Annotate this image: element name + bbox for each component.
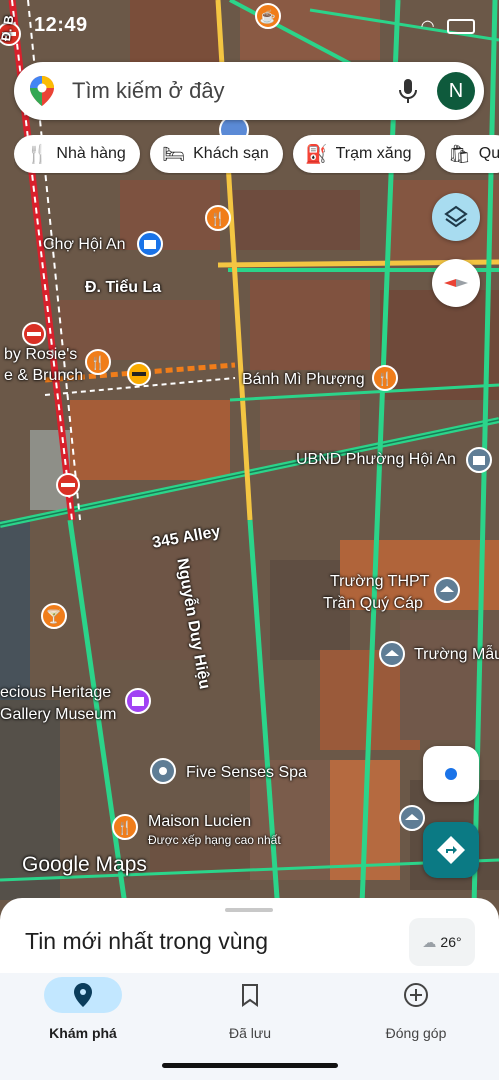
battery-icon (447, 19, 475, 35)
poi-label-heritage[interactable]: ecious Heritage (0, 684, 111, 702)
bottom-sheet[interactable]: Tin mới nhất trong vùng ☁ 26° (0, 898, 499, 973)
clock: 12:49 (34, 14, 88, 36)
nav-explore-label: Khám phá (49, 1025, 117, 1041)
search-placeholder[interactable]: Tìm kiếm ở đây (72, 78, 225, 104)
layers-button[interactable] (432, 193, 480, 241)
no-entry-icon[interactable] (22, 322, 46, 346)
add-circle-icon (404, 983, 428, 1007)
poi-label-truong-thpt[interactable]: Trường THPT (330, 573, 429, 591)
shopping-pin-icon[interactable] (137, 231, 163, 257)
avatar[interactable]: N (437, 72, 475, 110)
restaurant-pin-icon[interactable]: 🍴 (205, 205, 231, 231)
poi-label-maison-lucien[interactable]: Maison Lucien (148, 813, 251, 831)
school-pin-icon[interactable] (379, 641, 405, 667)
directions-button[interactable] (423, 822, 479, 878)
government-pin-icon[interactable] (466, 447, 492, 473)
location-pin-icon (74, 983, 92, 1007)
chip-shopping[interactable]: 🛍 Qu (435, 135, 499, 173)
chip-restaurants[interactable]: 🍴 Nhà hàng (14, 135, 140, 173)
poi-label-gallery-museum[interactable]: Gallery Museum (0, 706, 116, 724)
restaurant-pin-icon[interactable]: 🍴 (112, 814, 138, 840)
maps-pin-icon (30, 76, 54, 106)
google-maps-watermark: Google Maps (22, 853, 147, 876)
my-location-button[interactable] (423, 746, 479, 802)
nav-contribute-label: Đóng góp (385, 1025, 447, 1041)
poi-label-maison-subtitle: Được xếp hạng cao nhất (148, 833, 281, 847)
svg-text:🍴: 🍴 (210, 211, 226, 227)
cloud-icon: ☁ (422, 933, 437, 950)
my-location-icon (445, 768, 457, 780)
temperature: 26° (440, 934, 462, 950)
nav-saved[interactable]: Đã lưu (180, 977, 320, 1041)
chip-hotels[interactable]: 🛏 Khách sạn (150, 135, 283, 173)
home-indicator[interactable] (162, 1063, 338, 1068)
category-chips: 🍴 Nhà hàng 🛏 Khách sạn ⛽ Trạm xăng 🛍 Qu (14, 135, 499, 175)
layers-icon (444, 205, 468, 228)
svg-text:🍴: 🍴 (90, 355, 106, 371)
search-bar[interactable]: Tìm kiếm ở đây N (14, 62, 484, 120)
poi-label-rosies[interactable]: by Rosie's (4, 346, 77, 364)
restaurant-pin-icon[interactable]: 🍴 (372, 365, 398, 391)
nav-contribute[interactable]: Đóng góp (346, 977, 486, 1041)
weather-badge[interactable]: ☁ 26° (409, 918, 475, 966)
restaurant-pin-icon[interactable]: 🍴 (85, 349, 111, 375)
road-warning-icon[interactable] (127, 362, 151, 386)
svg-text:🍴: 🍴 (117, 820, 133, 836)
compass-button[interactable] (432, 259, 480, 307)
museum-pin-icon[interactable] (125, 688, 151, 714)
gas-station-icon: ⛽ (305, 143, 328, 164)
poi-label-cho-hoi-an[interactable]: Chợ Hội An (43, 236, 126, 254)
no-entry-icon[interactable] (56, 473, 80, 497)
poi-label-tran-quy-cap[interactable]: Trần Quý Cáp (323, 595, 423, 613)
svg-text:🍴: 🍴 (377, 371, 393, 387)
system-icons: ◠ (421, 16, 475, 36)
poi-label-five-senses-spa[interactable]: Five Senses Spa (186, 764, 307, 782)
nav-saved-label: Đã lưu (228, 1025, 272, 1041)
poi-label-banh-mi-phuong[interactable]: Bánh Mì Phượng (242, 371, 365, 389)
bookmark-icon (242, 984, 258, 1007)
spa-pin-icon[interactable] (150, 758, 176, 784)
hotel-icon: 🛏 (162, 143, 186, 164)
microphone-icon[interactable] (398, 78, 418, 104)
shopping-icon: 🛍 (447, 143, 471, 164)
nav-explore[interactable]: Khám phá (13, 977, 153, 1041)
status-bar: 12:49 ◠ (0, 12, 499, 42)
sheet-title: Tin mới nhất trong vùng (25, 928, 269, 954)
school-pin-icon[interactable] (399, 805, 425, 831)
compass-icon (444, 279, 468, 287)
chip-gas-stations[interactable]: ⛽ Trạm xăng (293, 135, 426, 173)
wifi-icon: ◠ (420, 18, 435, 35)
poi-label-truong-mau[interactable]: Trường Mẫu (414, 646, 499, 664)
restaurant-icon: 🍴 (26, 143, 49, 164)
poi-label-rosies-sub[interactable]: e & Brunch (4, 367, 83, 385)
svg-text:🍸: 🍸 (46, 608, 62, 624)
poi-label-ubnd[interactable]: UBND Phường Hội An (296, 451, 456, 469)
sheet-drag-handle[interactable] (225, 908, 273, 912)
directions-icon (437, 836, 465, 864)
street-label-tieu-la: Đ. Tiểu La (85, 279, 162, 296)
bar-pin-icon[interactable]: 🍸 (41, 603, 67, 629)
school-pin-icon[interactable] (434, 577, 460, 603)
